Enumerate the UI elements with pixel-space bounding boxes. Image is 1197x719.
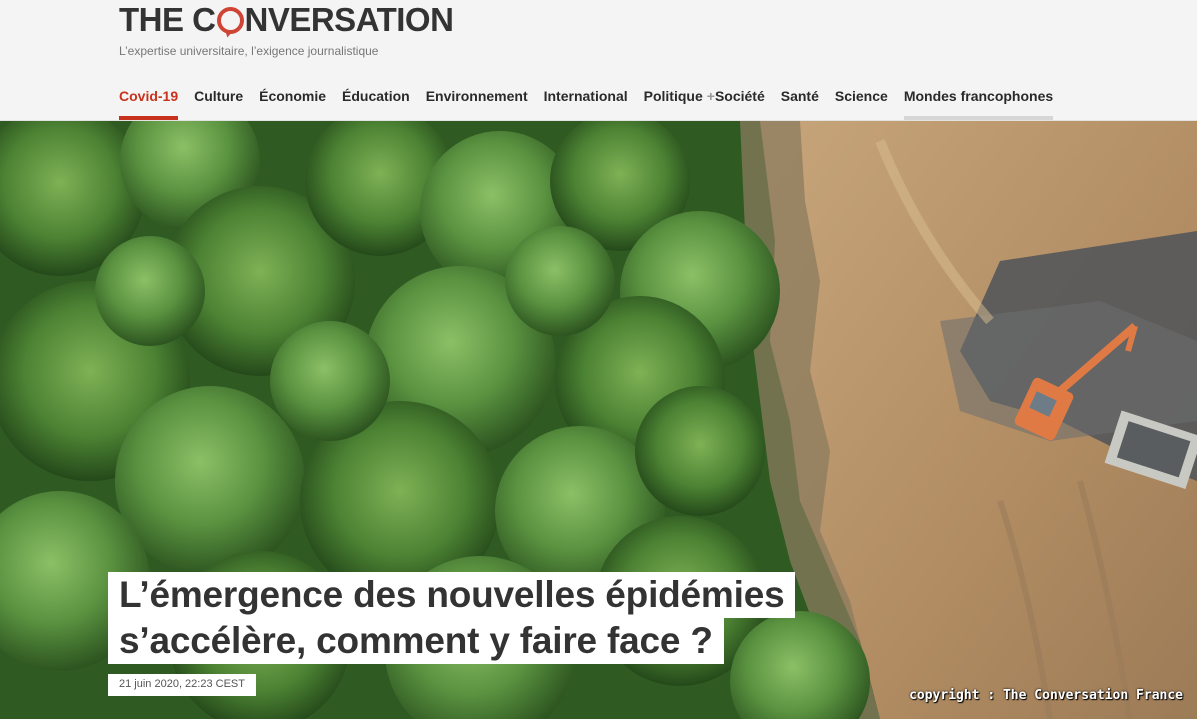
nav-item-science[interactable]: Science — [835, 82, 888, 114]
nav-item-sante[interactable]: Santé — [781, 82, 819, 114]
nav-item-environnement[interactable]: Environnement — [426, 82, 528, 114]
masthead: THE C NVERSATION L’expertise universitair… — [0, 0, 1197, 121]
site-tagline: L’expertise universitaire, l’exigence jo… — [119, 44, 379, 58]
headline-line-2: s’accélère, comment y faire face ? — [108, 618, 724, 664]
nav-item-economie[interactable]: Économie — [259, 82, 326, 114]
article-headline[interactable]: L’émergence des nouvelles épidémies s’ac… — [108, 572, 796, 664]
nav-item-culture[interactable]: Culture — [194, 82, 243, 114]
headline-line-1: L’émergence des nouvelles épidémies — [108, 572, 796, 618]
nav-item-societe[interactable]: Société — [715, 82, 765, 114]
speech-bubble-icon — [216, 7, 244, 34]
logo-text-end: NVERSATION — [244, 1, 454, 38]
main-nav: Covid-19 Culture Économie Éducation Envi… — [119, 82, 1069, 120]
plus-icon: + — [706, 88, 715, 104]
site-logo[interactable]: THE C NVERSATION — [119, 1, 454, 39]
image-credit: copyright : The Conversation France — [909, 688, 1183, 703]
nav-item-education[interactable]: Éducation — [342, 82, 410, 114]
nav-item-politique[interactable]: Politique — [644, 82, 703, 114]
article-date: 21 juin 2020, 22:23 CEST — [108, 674, 256, 696]
logo-text-start: THE C — [119, 1, 216, 38]
nav-item-international[interactable]: International — [544, 82, 628, 114]
nav-item-mondes-francophones[interactable]: Mondes francophones — [903, 82, 1054, 120]
nav-item-covid-19[interactable]: Covid-19 — [119, 82, 179, 120]
